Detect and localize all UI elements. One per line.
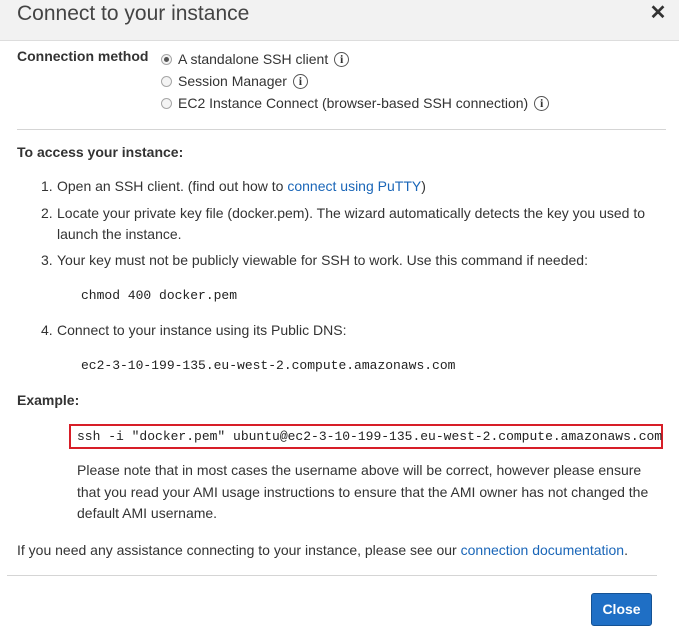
radio-option-ssh-client[interactable]: A standalone SSH client i — [161, 49, 350, 69]
close-icon[interactable]: ✕ — [648, 2, 668, 24]
radio-button[interactable] — [161, 75, 172, 87]
footer-divider — [7, 575, 657, 576]
example-ssh-command: ssh -i "docker.pem" ubuntu@ec2-3-10-199-… — [69, 424, 663, 449]
connection-method-label: Connection method — [17, 48, 149, 64]
dialog-header: Connect to your instance ✕ — [0, 0, 679, 41]
username-note: Please note that in most cases the usern… — [77, 462, 649, 521]
info-icon[interactable]: i — [292, 73, 308, 89]
connect-using-putty-link[interactable]: connect using PuTTY — [287, 178, 421, 194]
info-icon[interactable]: i — [534, 95, 550, 111]
example-heading: Example: — [17, 392, 80, 408]
close-button[interactable]: Close — [591, 593, 652, 626]
step-3: 3. Your key must not be publicly viewable… — [41, 252, 588, 268]
access-heading: To access your instance: — [17, 144, 184, 160]
radio-label[interactable]: EC2 Instance Connect (browser-based SSH … — [178, 95, 528, 111]
info-icon[interactable]: i — [334, 51, 350, 67]
radio-option-instance-connect[interactable]: EC2 Instance Connect (browser-based SSH … — [161, 93, 550, 113]
radio-button-selected[interactable] — [161, 53, 172, 65]
section-divider — [17, 129, 666, 130]
public-dns-value: ec2-3-10-199-135.eu-west-2.compute.amazo… — [81, 358, 456, 373]
step-2: 2. Locate your private key file (docker.p… — [41, 205, 646, 242]
step-1: 1. Open an SSH client. (find out how to c… — [41, 178, 426, 194]
radio-button[interactable] — [161, 97, 172, 109]
step-4: 4. Connect to your instance using its Pub… — [41, 322, 347, 338]
assistance-text: If you need any assistance connecting to… — [17, 542, 628, 558]
radio-label[interactable]: A standalone SSH client — [178, 51, 328, 67]
dialog-title: Connect to your instance — [17, 2, 250, 25]
connection-documentation-link[interactable]: connection documentation — [461, 542, 624, 558]
radio-option-session-manager[interactable]: Session Manager i — [161, 71, 308, 91]
chmod-command: chmod 400 docker.pem — [81, 288, 238, 303]
radio-label[interactable]: Session Manager — [178, 73, 287, 89]
